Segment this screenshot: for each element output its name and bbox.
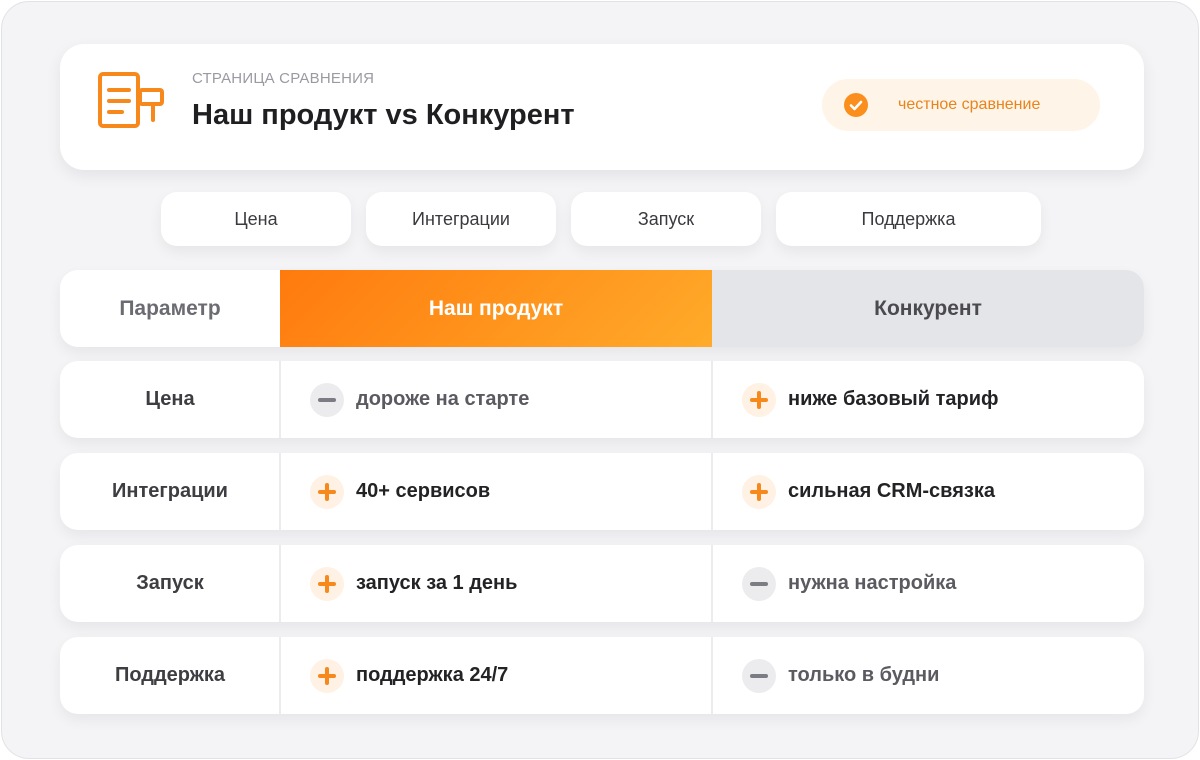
competitor-cell: нужна настройка — [742, 545, 1142, 622]
row-param-label: Поддержка — [114, 664, 226, 686]
document-icon — [98, 72, 164, 128]
cell-text: поддержка 24/7 — [356, 664, 509, 686]
column-divider — [711, 637, 713, 714]
column-divider — [279, 361, 281, 438]
our-product-cell: 40+ сервисов — [310, 453, 710, 530]
cell-text: 40+ сервисов — [356, 480, 491, 502]
our-product-cell: дороже на старте — [310, 361, 710, 438]
page-subtitle: СТРАНИЦА СРАВНЕНИЯ — [192, 70, 375, 87]
plus-icon — [742, 474, 776, 509]
row-param-label: Цена — [145, 388, 195, 410]
column-divider — [279, 453, 281, 530]
tab-launch[interactable]: Запуск — [571, 192, 761, 246]
comparison-table-header: Параметр Наш продукт Конкурент — [60, 270, 1144, 347]
cell-text: нужна настройка — [788, 572, 957, 594]
minus-icon — [310, 382, 344, 417]
cell-text: только в будни — [788, 664, 940, 686]
header-card: СТРАНИЦА СРАВНЕНИЯ Наш продукт vs Конкур… — [60, 44, 1144, 170]
our-product-cell: запуск за 1 день — [310, 545, 710, 622]
badge-label: честное сравнение — [898, 96, 1041, 113]
row-param-label: Интеграции — [112, 480, 228, 502]
header-param: Параметр — [119, 296, 221, 320]
table-row: Цена дороже на старте ниже базовый тариф — [60, 361, 1144, 438]
competitor-cell: только в будни — [742, 637, 1142, 714]
tab-price[interactable]: Цена — [161, 192, 351, 246]
honest-comparison-badge: честное сравнение — [822, 79, 1100, 131]
minus-icon — [742, 566, 776, 601]
column-divider — [711, 453, 713, 530]
cell-text: запуск за 1 день — [356, 572, 518, 594]
plus-icon — [310, 566, 344, 601]
our-product-cell: поддержка 24/7 — [310, 637, 710, 714]
column-divider — [279, 637, 281, 714]
row-param-label: Запуск — [136, 572, 204, 594]
plus-icon — [310, 658, 344, 693]
table-row: Запуск запуск за 1 день нужна настройка — [60, 545, 1144, 622]
tab-integrations[interactable]: Интеграции — [366, 192, 556, 246]
column-divider — [711, 545, 713, 622]
page-frame: СТРАНИЦА СРАВНЕНИЯ Наш продукт vs Конкур… — [1, 1, 1199, 759]
minus-icon — [742, 658, 776, 693]
header-competitor: Конкурент — [712, 270, 1144, 347]
cell-text: ниже базовый тариф — [788, 388, 999, 410]
plus-icon — [742, 382, 776, 417]
table-row: Поддержка поддержка 24/7 только в будни — [60, 637, 1144, 714]
competitor-cell: ниже базовый тариф — [742, 361, 1142, 438]
header-our-product: Наш продукт — [280, 270, 712, 347]
column-divider — [711, 361, 713, 438]
page-title: Наш продукт vs Конкурент — [192, 99, 575, 131]
cell-text: сильная CRM-связка — [788, 480, 995, 502]
plus-icon — [310, 474, 344, 509]
cell-text: дороже на старте — [356, 388, 530, 410]
table-row: Интеграции 40+ сервисов сильная CRM-связ… — [60, 453, 1144, 530]
competitor-cell: сильная CRM-связка — [742, 453, 1142, 530]
tab-support[interactable]: Поддержка — [776, 192, 1041, 246]
check-circle-icon — [844, 93, 868, 117]
column-divider — [279, 545, 281, 622]
